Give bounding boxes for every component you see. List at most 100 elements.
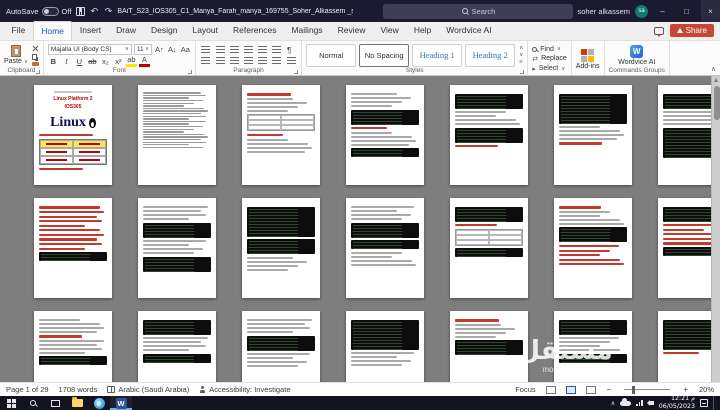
zoom-slider[interactable]	[624, 385, 671, 394]
tab-wordvice-ai[interactable]: Wordvice AI	[439, 21, 499, 40]
multilevel-list-icon[interactable]	[229, 46, 239, 54]
bullets-icon[interactable]	[201, 46, 211, 54]
tab-help[interactable]: Help	[406, 21, 438, 40]
collapse-ribbon-icon[interactable]: ∧	[711, 65, 716, 73]
page-indicator[interactable]: Page 1 of 29	[6, 385, 49, 394]
addins-icon[interactable]	[581, 48, 595, 62]
underline-button[interactable]: U	[74, 56, 85, 67]
document-canvas[interactable]: Linux Platform 2 IOS305 Linux مستقل mostaq…	[0, 76, 720, 382]
share-button[interactable]: Share	[669, 24, 714, 37]
tab-layout[interactable]: Layout	[185, 21, 226, 40]
tab-review[interactable]: Review	[330, 21, 373, 40]
styles-scroll-down-icon[interactable]: ∨	[519, 52, 523, 58]
page-thumbnail[interactable]	[450, 311, 528, 382]
minimize-button[interactable]: –	[653, 0, 672, 22]
page-thumbnail[interactable]	[554, 198, 632, 298]
highlight-color-button[interactable]: ab	[125, 55, 137, 67]
zoom-out-button[interactable]: −	[606, 385, 613, 394]
justify-icon[interactable]	[244, 56, 254, 65]
style-heading-1[interactable]: Heading 1	[412, 43, 463, 67]
start-button[interactable]	[0, 396, 22, 410]
tab-view[interactable]: View	[373, 21, 406, 40]
scrollbar-thumb[interactable]	[713, 86, 720, 120]
close-button[interactable]: ×	[701, 0, 720, 22]
tab-design[interactable]: Design	[144, 21, 185, 40]
bold-button[interactable]: B	[48, 56, 59, 67]
dialog-launcher-icon[interactable]	[520, 70, 525, 74]
tab-insert[interactable]: Insert	[72, 21, 108, 40]
find-button[interactable]: Find ∨	[532, 46, 561, 53]
align-left-icon[interactable]	[201, 56, 211, 65]
wordvice-ai-icon[interactable]: W	[630, 44, 644, 58]
font-name-combo[interactable]: Majalla UI (Body CS) ∨	[47, 43, 132, 55]
scroll-up-icon[interactable]	[714, 78, 718, 82]
zoom-slider-thumb[interactable]	[632, 385, 636, 394]
replace-button[interactable]: ⇄ Replace	[532, 55, 567, 63]
undo-button[interactable]: ↶	[89, 0, 99, 22]
increase-indent-icon[interactable]	[258, 46, 268, 54]
styles-scroll-up-icon[interactable]: ∧	[519, 45, 523, 51]
zoom-in-button[interactable]: +	[682, 385, 689, 394]
read-mode-icon[interactable]	[545, 385, 556, 394]
page-thumbnail[interactable]	[346, 198, 424, 298]
show-desktop-button[interactable]	[713, 396, 717, 410]
tray-expand-icon[interactable]: ∧	[611, 400, 615, 407]
page-thumbnail[interactable]	[450, 85, 528, 185]
dialog-launcher-icon[interactable]	[294, 70, 299, 74]
network-icon[interactable]	[636, 400, 643, 406]
document-title[interactable]: BAiT_S23_IOS305_C1_Manya_Farah_manya_169…	[117, 8, 353, 15]
style-normal[interactable]: Normal	[306, 43, 357, 67]
tab-home[interactable]: Home	[32, 21, 73, 40]
word-button[interactable]: W	[110, 396, 132, 410]
tab-mailings[interactable]: Mailings	[284, 21, 330, 40]
page-thumbnail[interactable]	[346, 85, 424, 185]
numbering-icon[interactable]	[215, 46, 225, 54]
language-indicator[interactable]: Arabic (Saudi Arabia)	[107, 385, 189, 394]
page-thumbnail[interactable]	[242, 311, 320, 382]
page-thumbnail[interactable]	[138, 85, 216, 185]
font-size-combo[interactable]: 11 ∨	[133, 43, 152, 55]
volume-icon[interactable]	[646, 400, 654, 406]
align-right-icon[interactable]	[229, 56, 239, 65]
page-thumbnail[interactable]	[138, 311, 216, 382]
page-thumbnail[interactable]	[554, 311, 632, 382]
superscript-button[interactable]: x²	[113, 56, 124, 67]
shrink-font-button[interactable]: A↓	[167, 44, 178, 55]
page-thumbnail[interactable]: Linux Platform 2 IOS305 Linux	[34, 85, 112, 185]
accessibility-status[interactable]: Accessibility: Investigate	[199, 385, 291, 394]
redo-button[interactable]: ↷	[103, 0, 113, 22]
file-explorer-button[interactable]	[66, 396, 88, 410]
taskbar-search-button[interactable]	[22, 396, 44, 410]
format-painter-icon[interactable]	[31, 61, 39, 66]
page-thumbnail[interactable]	[138, 198, 216, 298]
vertical-scrollbar[interactable]	[711, 76, 720, 382]
borders-icon[interactable]	[286, 56, 296, 65]
page-thumbnail[interactable]	[450, 198, 528, 298]
tab-references[interactable]: References	[226, 21, 284, 40]
focus-button[interactable]: Focus	[515, 385, 535, 394]
maximize-button[interactable]: □	[677, 0, 696, 22]
page-thumbnail[interactable]	[554, 85, 632, 185]
search-box[interactable]: Search	[383, 3, 574, 19]
styles-more-icon[interactable]: ≡	[519, 59, 523, 65]
web-layout-icon[interactable]	[585, 385, 596, 394]
sort-icon[interactable]	[272, 46, 282, 54]
shading-icon[interactable]	[272, 56, 282, 65]
font-color-button[interactable]: A	[138, 55, 150, 67]
strikethrough-button[interactable]: ab	[87, 56, 98, 67]
dialog-launcher-icon[interactable]	[35, 70, 40, 74]
page-thumbnail[interactable]	[34, 198, 112, 298]
action-center-icon[interactable]	[700, 399, 708, 407]
style-heading-2[interactable]: Heading 2	[465, 43, 516, 67]
tab-file[interactable]: File	[4, 21, 33, 40]
print-layout-icon[interactable]	[565, 385, 576, 394]
style-no-spacing[interactable]: No Spacing	[359, 43, 410, 67]
word-count[interactable]: 1708 words	[59, 385, 98, 394]
grow-font-button[interactable]: A↑	[154, 44, 165, 55]
save-button[interactable]	[75, 0, 85, 22]
align-center-icon[interactable]	[215, 56, 225, 65]
taskbar-clock[interactable]: 12:21 م 06/05/2023	[659, 395, 695, 410]
subscript-button[interactable]: x₂	[100, 56, 111, 67]
line-spacing-icon[interactable]	[258, 56, 268, 65]
autosave-toggle[interactable]: AutoSave Off	[6, 6, 71, 16]
